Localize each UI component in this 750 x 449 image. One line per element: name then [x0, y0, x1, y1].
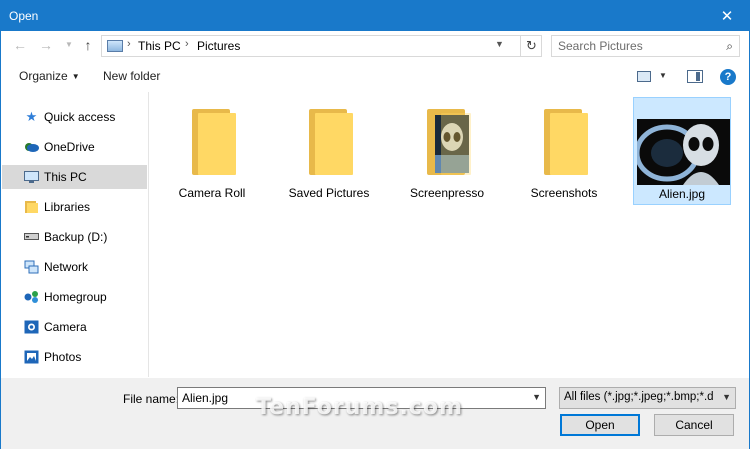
file-name-label: File name: [123, 392, 180, 406]
sidebar-item-network[interactable]: Network [2, 255, 147, 279]
photos-icon [24, 350, 39, 364]
library-icon [24, 200, 39, 214]
sidebar-item-libraries[interactable]: Libraries [2, 195, 147, 219]
folder-item-screenpresso[interactable]: Screenpresso [397, 97, 497, 205]
address-row: ← → ▼ ↑ › This PC › Pictures ▼ ↻ ⌕ [1, 32, 749, 60]
cancel-button[interactable]: Cancel [654, 414, 734, 436]
file-item-alien-jpg[interactable]: Alien.jpg [633, 97, 731, 205]
sidebar-item-label: Backup (D:) [44, 230, 108, 244]
forward-arrow-icon[interactable]: → [38, 37, 54, 53]
navigation-pane: ★ Quick access OneDrive This PC Librarie… [1, 92, 149, 377]
folder-with-preview-icon [427, 109, 471, 175]
sidebar-item-label: Libraries [44, 200, 91, 214]
item-label: Camera Roll [178, 186, 246, 200]
homegroup-icon [24, 290, 39, 304]
window-title: Open [9, 9, 39, 23]
sidebar-item-label: Network [44, 260, 89, 274]
breadcrumb-separator-icon[interactable]: › [127, 38, 131, 50]
sidebar-item-onedrive[interactable]: OneDrive [2, 135, 147, 159]
back-arrow-icon[interactable]: ← [12, 37, 28, 53]
folder-icon [192, 109, 236, 175]
watermark: TenForums.com [256, 395, 463, 420]
breadcrumb-this-pc[interactable]: This PC [138, 39, 181, 53]
organize-button[interactable]: Organize ▼ [19, 69, 80, 83]
sidebar-item-label: Camera [44, 320, 87, 334]
item-label: Screenpresso [409, 186, 485, 200]
up-arrow-icon[interactable]: ↑ [80, 37, 96, 53]
sidebar-item-photos[interactable]: Photos [2, 345, 147, 369]
command-bar: Organize ▼ New folder ▼ ? [1, 62, 749, 92]
folder-icon [309, 109, 353, 175]
sidebar-item-homegroup[interactable]: Homegroup [2, 285, 147, 309]
star-icon: ★ [25, 109, 38, 124]
open-file-dialog: Open ✕ ← → ▼ ↑ › This PC › Pictures ▼ ↻ … [0, 0, 750, 449]
network-icon [24, 260, 39, 274]
folder-item-screenshots[interactable]: Screenshots [514, 97, 614, 205]
open-button[interactable]: Open [560, 414, 640, 436]
sidebar-item-backup-d[interactable]: Backup (D:) [2, 225, 147, 249]
sidebar-item-label: OneDrive [44, 140, 95, 154]
new-folder-button[interactable]: New folder [103, 69, 160, 83]
folder-icon [544, 109, 588, 175]
file-list: Camera Roll Saved Pictures Screenpresso … [150, 92, 749, 377]
chevron-down-icon[interactable]: ▼ [722, 392, 731, 402]
close-icon[interactable]: ✕ [705, 1, 749, 31]
breadcrumb-separator-icon[interactable]: › [185, 38, 189, 50]
address-bar[interactable]: › This PC › Pictures ▼ ↻ [101, 35, 542, 57]
computer-icon [107, 40, 123, 52]
sidebar-item-quick-access[interactable]: ★ Quick access [2, 105, 147, 129]
sidebar-item-label: Quick access [44, 110, 116, 124]
address-dropdown-icon[interactable]: ▼ [495, 39, 504, 49]
sidebar-item-label: Photos [44, 350, 82, 364]
sidebar-item-label: This PC [44, 170, 87, 184]
file-type-value: All files (*.jpg;*.jpeg;*.bmp;*.dil [564, 391, 714, 403]
organize-label: Organize [19, 69, 68, 83]
dialog-footer: File name: Alien.jpg ▼ TenForums.com All… [1, 378, 749, 449]
sidebar-item-this-pc[interactable]: This PC [2, 165, 147, 189]
search-input[interactable] [558, 39, 718, 53]
sidebar-item-label: Homegroup [44, 290, 107, 304]
item-label: Saved Pictures [288, 186, 370, 200]
drive-icon [24, 230, 39, 244]
search-box[interactable]: ⌕ [551, 35, 740, 57]
search-icon[interactable]: ⌕ [726, 39, 733, 54]
view-options-chevron-icon[interactable]: ▼ [659, 71, 667, 80]
cloud-icon [24, 140, 39, 154]
chevron-down-icon[interactable]: ▼ [532, 392, 541, 402]
folder-item-saved-pictures[interactable]: Saved Pictures [279, 97, 379, 205]
camera-icon [24, 320, 39, 334]
folder-item-camera-roll[interactable]: Camera Roll [162, 97, 262, 205]
title-bar[interactable]: Open ✕ [1, 1, 749, 31]
item-label: Screenshots [530, 186, 598, 200]
help-icon[interactable]: ? [720, 69, 736, 85]
preview-pane-icon[interactable] [687, 70, 703, 83]
file-type-select[interactable]: All files (*.jpg;*.jpeg;*.bmp;*.dil ▼ [559, 387, 736, 409]
change-view-icon[interactable] [637, 71, 651, 82]
breadcrumb-pictures[interactable]: Pictures [197, 39, 240, 53]
image-thumbnail [637, 119, 730, 185]
chevron-down-icon[interactable]: ▼ [61, 37, 77, 53]
sidebar-item-camera[interactable]: Camera [2, 315, 147, 339]
file-name-value[interactable]: Alien.jpg [182, 391, 228, 405]
item-label: Alien.jpg [658, 187, 706, 201]
refresh-icon[interactable]: ↻ [520, 36, 542, 56]
chevron-down-icon: ▼ [71, 72, 80, 81]
computer-icon [24, 170, 39, 184]
